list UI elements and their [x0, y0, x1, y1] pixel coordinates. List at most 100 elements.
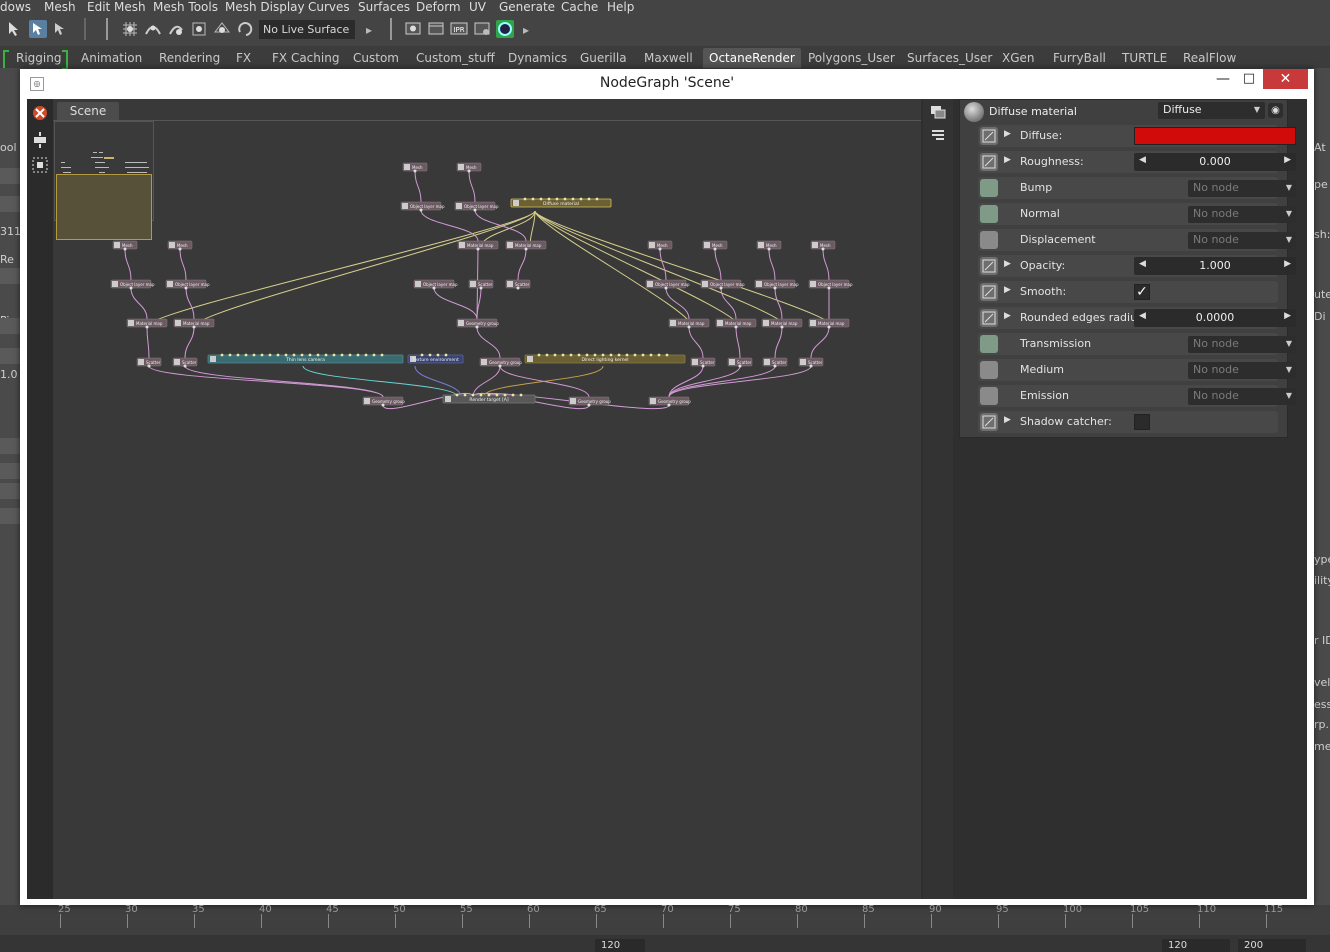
node-input-port[interactable]: [444, 353, 448, 357]
node-input-port[interactable]: [577, 353, 581, 357]
node-port[interactable]: [381, 403, 385, 407]
toolbar-arrow-icon[interactable]: ▸: [523, 23, 529, 37]
node-input-port[interactable]: [380, 353, 384, 357]
graph-node[interactable]: Mesh: [647, 240, 673, 251]
node-port[interactable]: [479, 286, 483, 290]
node-input-port[interactable]: [547, 197, 551, 201]
node-port[interactable]: [780, 325, 784, 329]
expand-arrow-icon[interactable]: ▶: [1004, 285, 1011, 295]
node-input-port[interactable]: [276, 353, 280, 357]
menu-mesh[interactable]: Mesh: [44, 0, 76, 14]
graph-minimap[interactable]: [54, 121, 154, 240]
shelf-tab-surfaces-user[interactable]: Surfaces_User: [901, 48, 998, 68]
node-port[interactable]: [192, 325, 196, 329]
inspector-pin-icon[interactable]: [930, 105, 946, 119]
node-input-port[interactable]: [471, 393, 475, 397]
graph-node[interactable]: Geometry group: [479, 357, 522, 368]
increment-arrow-icon[interactable]: ▶: [1284, 311, 1291, 321]
node-input-port[interactable]: [324, 353, 328, 357]
graph-node[interactable]: Object layer map: [700, 279, 745, 290]
node-port[interactable]: [827, 286, 831, 290]
expand-arrow-icon[interactable]: ▶: [1004, 129, 1011, 139]
graph-node[interactable]: Scatter: [690, 357, 716, 368]
expand-arrow-icon[interactable]: ▶: [1004, 415, 1011, 425]
node-input-port[interactable]: [553, 353, 557, 357]
node-input-port[interactable]: [436, 353, 440, 357]
graph-node[interactable]: Object layer map: [454, 201, 499, 212]
node-input-port[interactable]: [487, 393, 491, 397]
graph-node[interactable]: Geometry group: [362, 396, 405, 407]
node-input-port[interactable]: [292, 353, 296, 357]
inspector-collapse-icon[interactable]: [930, 129, 946, 141]
node-port[interactable]: [498, 364, 502, 368]
node-port[interactable]: [738, 364, 742, 368]
node-input-port[interactable]: [236, 353, 240, 357]
shelf-tab-furryball[interactable]: FurryBall: [1047, 48, 1112, 68]
node-input-port[interactable]: [531, 197, 535, 201]
history-icon[interactable]: [236, 20, 254, 38]
graph-node[interactable]: Geometry group: [648, 396, 691, 407]
snap-point-icon[interactable]: [167, 20, 185, 38]
node-input-port[interactable]: [561, 353, 565, 357]
graph-node[interactable]: Material map: [505, 240, 547, 251]
param-slider[interactable]: ◀ 0.0000 ▶: [1134, 309, 1296, 327]
fit-graph-icon[interactable]: [32, 132, 48, 148]
shelf-tab-rendering[interactable]: Rendering: [153, 48, 226, 68]
param-pin-icon[interactable]: [980, 335, 998, 353]
graph-node[interactable]: Material map: [668, 318, 710, 329]
node-input-port[interactable]: [356, 353, 360, 357]
node-input-port[interactable]: [665, 353, 669, 357]
param-pin-icon[interactable]: [980, 257, 998, 275]
node-input-port[interactable]: [523, 197, 527, 201]
graph-node[interactable]: Object layer map: [413, 279, 458, 290]
paint-select-icon[interactable]: [29, 20, 47, 38]
render-view-icon[interactable]: [404, 20, 422, 38]
param-link-dropdown[interactable]: No node ▼: [1188, 336, 1296, 353]
expand-arrow-icon[interactable]: ▶: [1004, 259, 1011, 269]
node-input-port[interactable]: [649, 353, 653, 357]
node-port[interactable]: [809, 364, 813, 368]
menu-cache[interactable]: Cache: [561, 0, 598, 14]
node-input-port[interactable]: [539, 197, 543, 201]
menu-surfaces[interactable]: Surfaces: [358, 0, 410, 14]
minimap-viewport[interactable]: [56, 174, 152, 240]
graph-node[interactable]: Scatter: [798, 357, 824, 368]
node-input-port[interactable]: [569, 353, 573, 357]
node-port[interactable]: [475, 325, 479, 329]
hypershade-icon[interactable]: [496, 20, 514, 38]
node-port[interactable]: [827, 325, 831, 329]
node-port[interactable]: [419, 208, 423, 212]
param-pin-icon[interactable]: [980, 387, 998, 405]
toolbar-arrow-icon[interactable]: ▸: [366, 23, 372, 37]
node-port[interactable]: [147, 364, 151, 368]
node-port[interactable]: [524, 247, 528, 251]
node-input-port[interactable]: [244, 353, 248, 357]
node-input-port[interactable]: [300, 353, 304, 357]
graph-node[interactable]: Object layer map: [645, 279, 690, 290]
node-port[interactable]: [773, 364, 777, 368]
current-frame-field[interactable]: 120: [595, 939, 645, 952]
select-tool-icon[interactable]: [6, 20, 24, 38]
shelf-tab-polygons-user[interactable]: Polygons_User: [802, 48, 901, 68]
node-port[interactable]: [413, 169, 417, 173]
node-port[interactable]: [145, 325, 149, 329]
graph-node[interactable]: Scatter: [762, 357, 788, 368]
node-port[interactable]: [713, 247, 717, 251]
node-port[interactable]: [767, 247, 771, 251]
direct-lighting-kernel-node[interactable]: Direct lighting kernel: [524, 353, 686, 364]
graph-node[interactable]: Scatter: [727, 357, 753, 368]
graph-node[interactable]: Scatter: [468, 279, 494, 290]
graph-node[interactable]: Object layer map: [754, 279, 799, 290]
render-settings-icon[interactable]: [473, 20, 491, 38]
live-surface-field[interactable]: No Live Surface: [259, 20, 355, 39]
minimize-button[interactable]: —: [1213, 69, 1233, 89]
param-pin-icon[interactable]: [980, 413, 998, 431]
node-port[interactable]: [476, 247, 480, 251]
param-pin-icon[interactable]: [980, 361, 998, 379]
param-link-dropdown[interactable]: No node ▼: [1188, 206, 1296, 223]
node-graph-canvas[interactable]: Mesh Mesh Object layer map Object layer map…: [53, 99, 921, 899]
node-input-port[interactable]: [563, 197, 567, 201]
menu-curves[interactable]: Curves: [308, 0, 350, 14]
left-strip-field[interactable]: [0, 318, 20, 334]
graph-node[interactable]: Scatter: [172, 357, 198, 368]
